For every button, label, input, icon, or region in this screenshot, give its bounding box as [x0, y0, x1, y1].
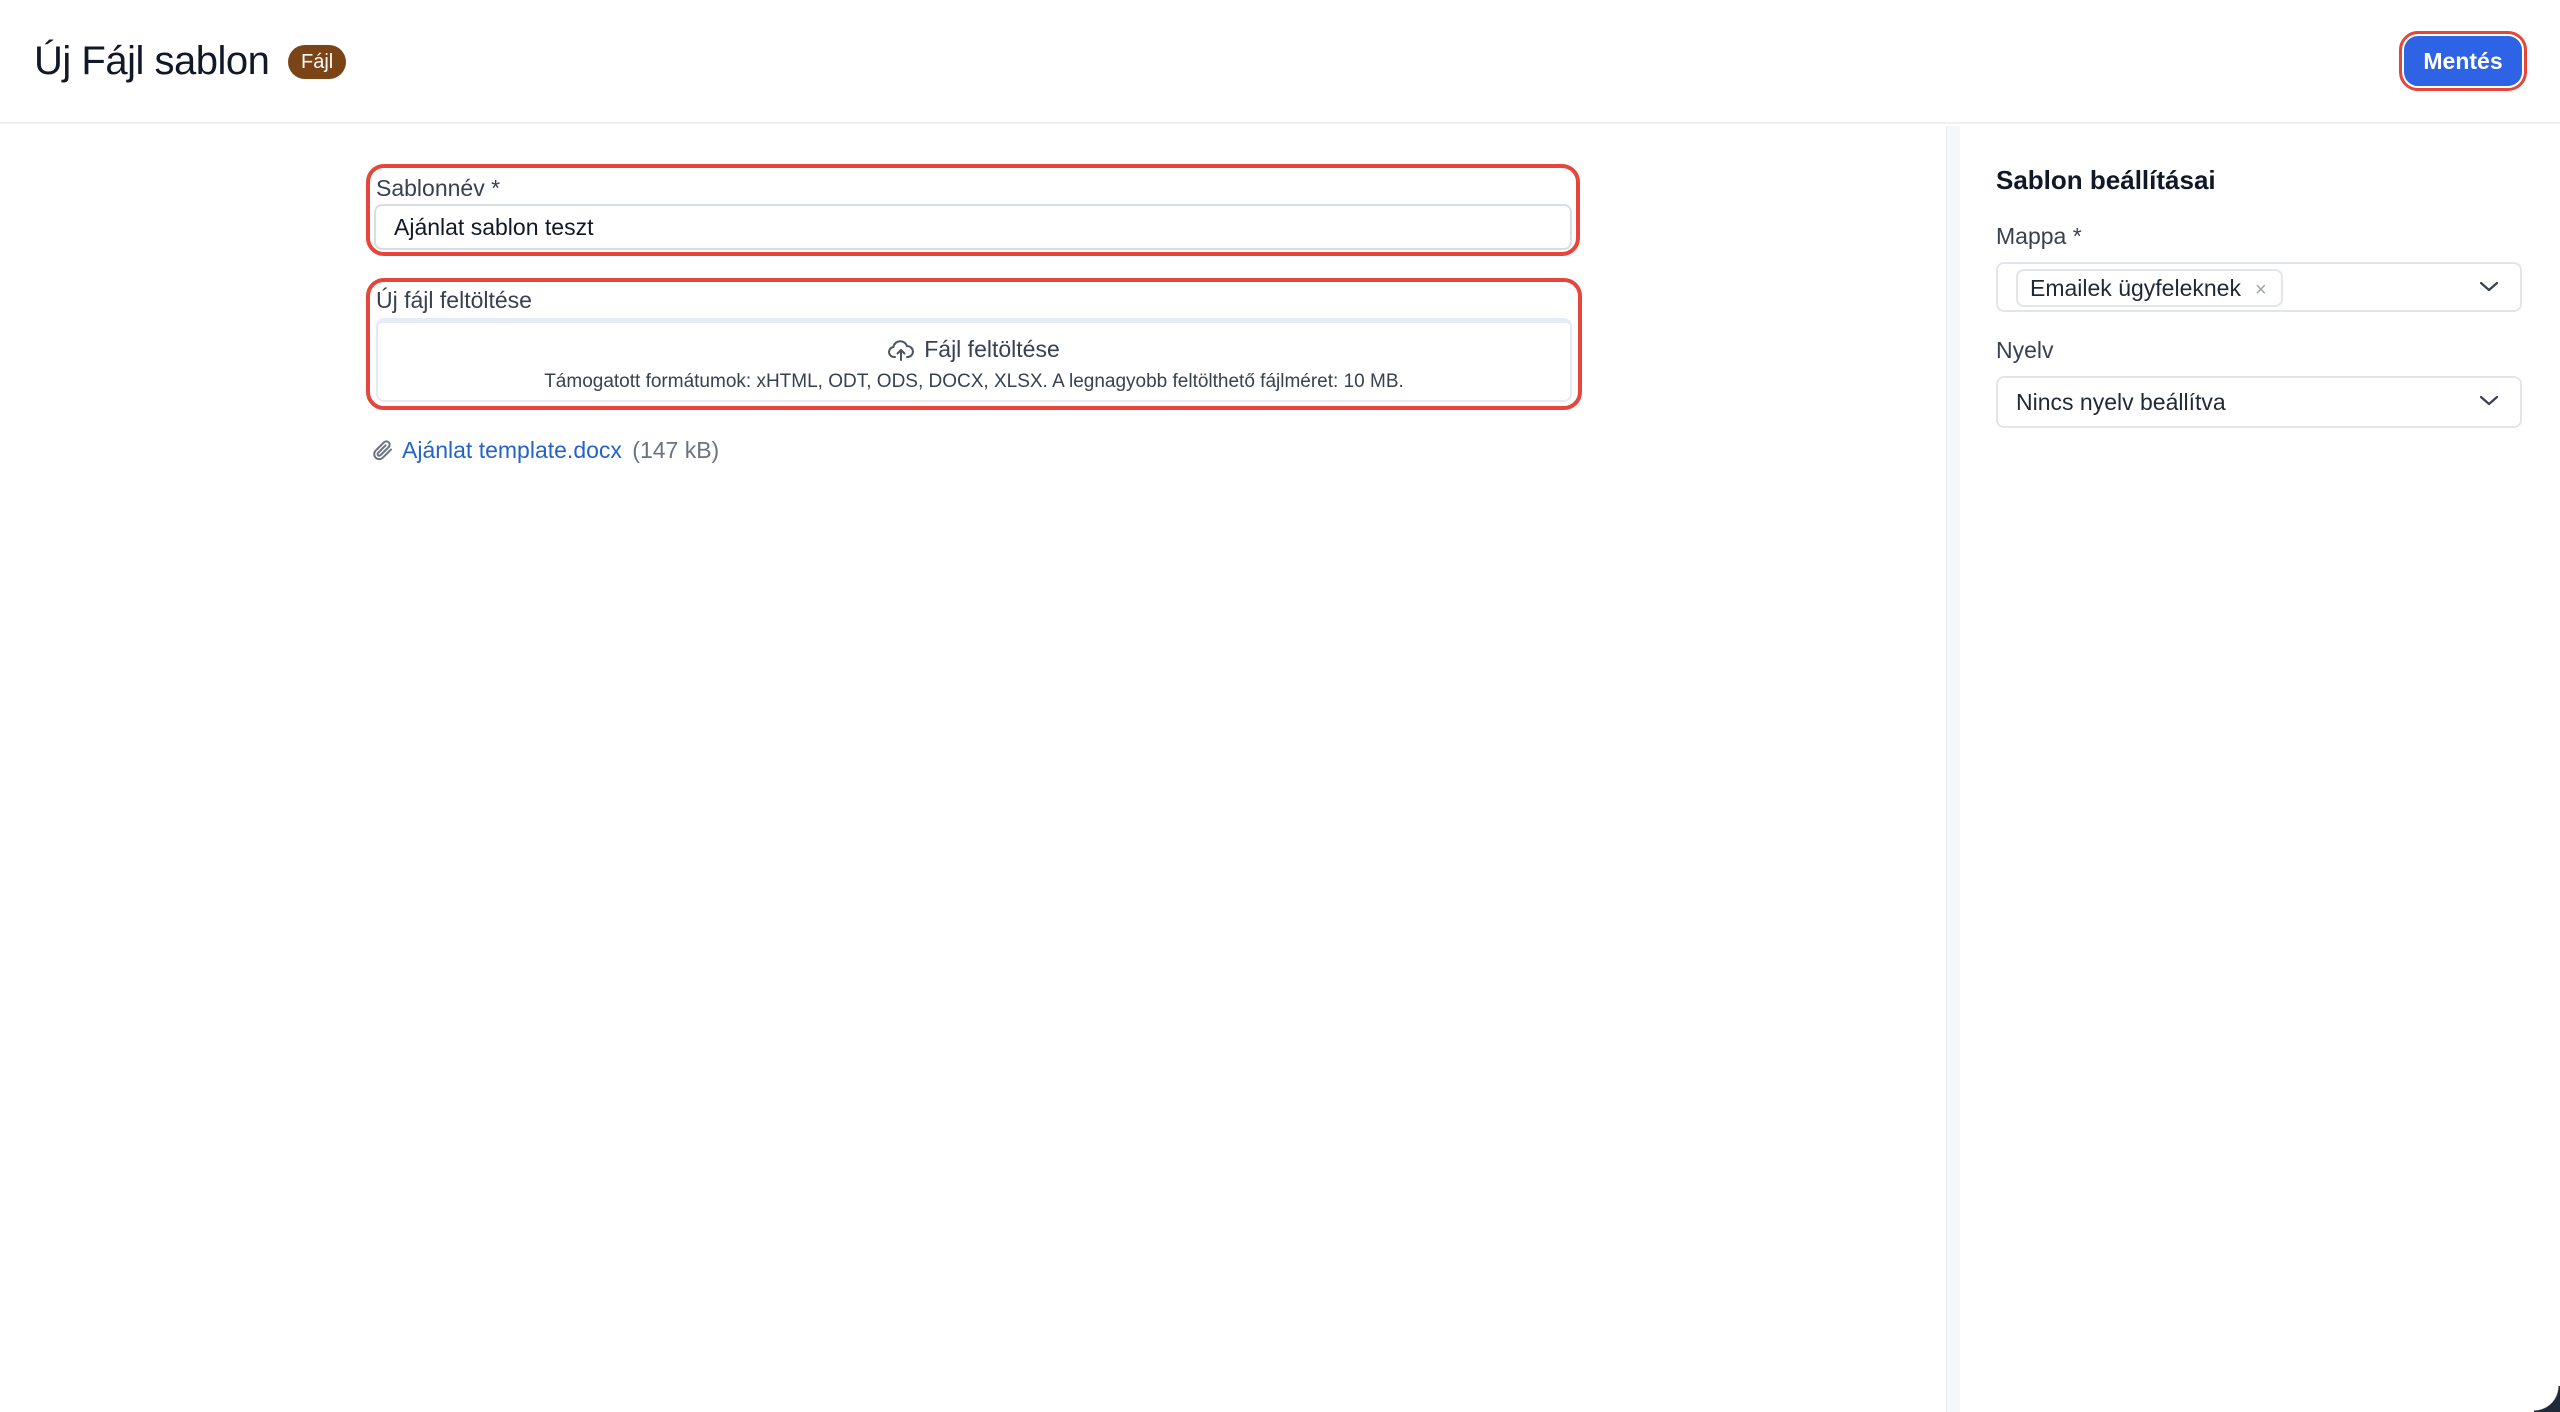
chevron-down-icon — [2478, 393, 2500, 412]
template-type-badge: Fájl — [288, 45, 347, 79]
folder-tag-label: Emailek ügyfeleknek — [2030, 275, 2241, 301]
file-upload-hint: Támogatott formátumok: xHTML, ODT, ODS, … — [544, 371, 1404, 392]
template-name-label: Sablonnév * — [376, 175, 501, 201]
template-name-field-group: Sablonnév * — [366, 164, 1580, 256]
attachment-item: Ajánlat template.docx (147 kB) — [372, 432, 719, 468]
language-select[interactable]: Nincs nyelv beállítva — [1996, 376, 2522, 428]
template-name-input[interactable] — [374, 204, 1572, 250]
attachment-link[interactable]: Ajánlat template.docx — [402, 437, 622, 463]
file-upload-button-label: Fájl feltöltése — [924, 336, 1060, 362]
language-select-value: Nincs nyelv beállítva — [2016, 389, 2226, 415]
file-upload-button[interactable]: Fájl feltöltése — [378, 335, 1570, 368]
paperclip-icon — [372, 436, 394, 472]
main-content: Sablonnév * Új fájl feltöltése Fájl felt… — [0, 126, 1946, 1412]
file-upload-label: Új fájl feltöltése — [376, 287, 532, 313]
page-header: Új Fájl sablon Fájl Mentés — [0, 0, 2560, 124]
save-button[interactable]: Mentés — [2399, 31, 2527, 91]
folder-tag: Emailek ügyfeleknek × — [2016, 269, 2283, 307]
language-label: Nyelv — [1996, 337, 2054, 363]
panel-divider — [1946, 126, 1960, 1412]
cloud-upload-icon — [888, 340, 915, 368]
file-upload-field-group: Új fájl feltöltése Fájl feltöltése Támog… — [366, 278, 1582, 410]
app-window: Új Fájl sablon Fájl Mentés Sablonnév * Ú… — [0, 0, 2560, 1412]
attachment-size: (147 kB) — [632, 437, 720, 463]
folder-label: Mappa * — [1996, 223, 2082, 249]
sidebar-title: Sablon beállításai — [1996, 165, 2216, 195]
chevron-down-icon — [2478, 279, 2500, 298]
close-icon[interactable]: × — [2255, 279, 2267, 301]
folder-select[interactable]: Emailek ügyfeleknek × — [1996, 262, 2522, 312]
window-corner — [2534, 1386, 2560, 1412]
template-settings-sidebar: Sablon beállításai Mappa * Emailek ügyfe… — [1960, 126, 2560, 1412]
file-upload-dropzone[interactable]: Fájl feltöltése Támogatott formátumok: x… — [376, 318, 1572, 402]
page-title: Új Fájl sablon — [34, 39, 270, 83]
